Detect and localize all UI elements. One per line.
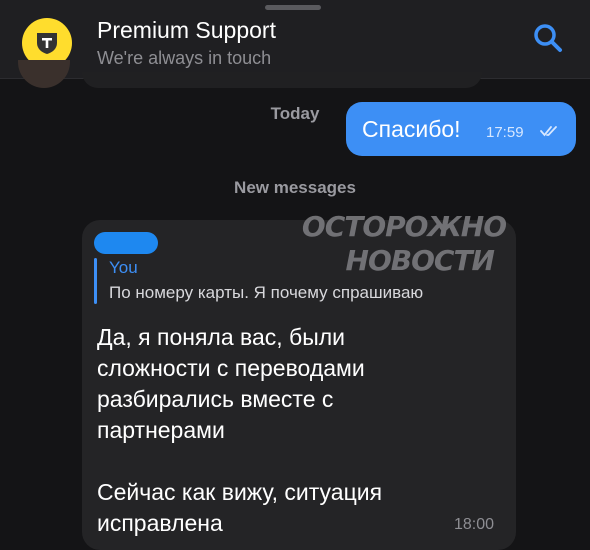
incoming-message-time: 18:00 <box>454 516 495 533</box>
watermark-line-1: ОСТОРОЖНО <box>301 210 507 243</box>
chat-subtitle: We're always in touch <box>97 48 272 68</box>
outgoing-message[interactable]: Спасибо! 17:59 <box>346 102 576 156</box>
search-icon[interactable] <box>530 20 566 56</box>
chat-header: Premium Support We're always in touch <box>0 0 590 79</box>
chat-title: Premium Support <box>97 17 276 43</box>
watermark-line-2: НОВОСТИ <box>345 244 495 277</box>
watermark-logo: ОСТОРОЖНО НОВОСТИ <box>294 210 510 280</box>
date-separator: Today <box>270 104 320 123</box>
outgoing-message-time: 17:59 <box>486 124 524 141</box>
redacted-sender-name <box>94 232 158 254</box>
sheet-grabber[interactable] <box>265 5 321 10</box>
bank-shield-logo-icon <box>37 33 57 54</box>
new-messages-divider: New messages <box>234 178 356 197</box>
incoming-message-text: Да, я поняла вас, были сложности с перев… <box>97 324 383 536</box>
reply-quote-bar <box>94 258 97 304</box>
previous-message-avatar <box>18 60 70 88</box>
previous-message-bubble <box>82 72 482 88</box>
double-check-icon <box>540 126 557 137</box>
reply-quote-author[interactable]: You <box>109 258 138 278</box>
outgoing-message-text: Спасибо! <box>362 116 461 142</box>
reply-quote-text[interactable]: По номеру карты. Я почему спрашиваю <box>109 283 504 303</box>
